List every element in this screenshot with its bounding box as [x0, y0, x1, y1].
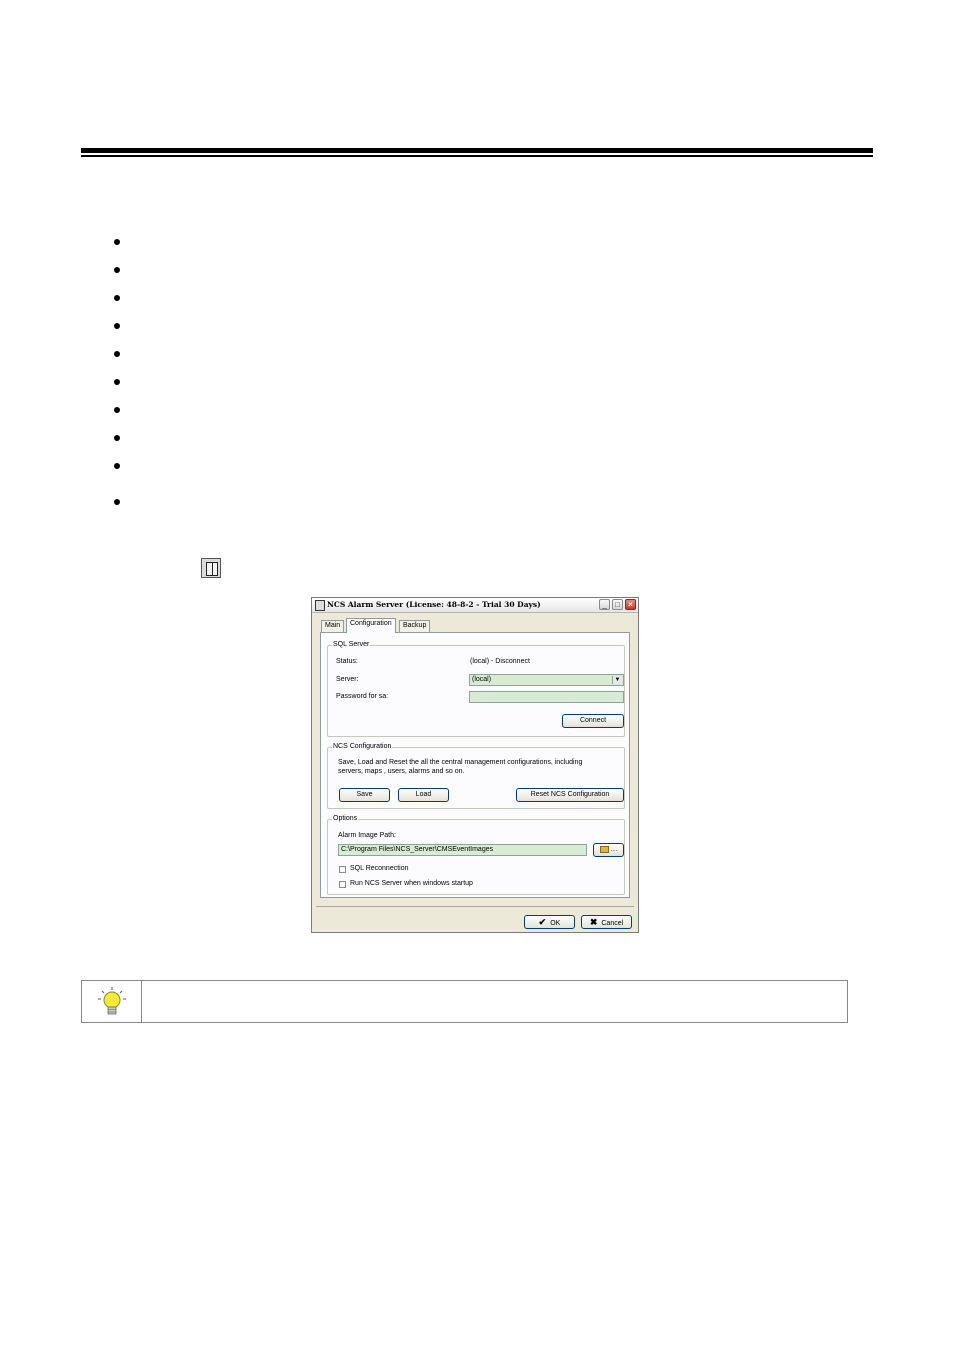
password-field[interactable]: [469, 691, 624, 703]
check-icon: ✔: [538, 917, 547, 927]
sql-server-group: SQL Server Status: (local) - Disconnect …: [327, 641, 625, 737]
tab-configuration[interactable]: Configuration: [346, 618, 396, 633]
maximize-button[interactable]: □: [612, 599, 623, 610]
close-button[interactable]: ×: [625, 599, 636, 610]
configuration-panel: SQL Server Status: (local) - Disconnect …: [320, 632, 630, 898]
server-select[interactable]: (local) ▼: [469, 674, 624, 686]
ok-label: OK: [550, 920, 561, 927]
connect-button[interactable]: Connect: [562, 714, 624, 728]
bullet: [114, 499, 120, 505]
bullet: [114, 351, 120, 357]
browse-folder-button[interactable]: …: [593, 843, 624, 857]
bullet: [114, 379, 120, 385]
lightbulb-icon: [98, 987, 126, 1015]
cancel-button[interactable]: ✖ Cancel: [581, 915, 632, 929]
tab-backup[interactable]: Backup: [399, 620, 431, 632]
tip-box: [81, 980, 848, 1023]
folder-icon: [599, 845, 609, 853]
alarm-image-path-label: Alarm Image Path:: [338, 832, 396, 839]
server-label: Server:: [336, 676, 359, 683]
window-title: NCS Alarm Server (License: 48-8-2 - Tria…: [327, 600, 541, 609]
sql-reconnection-checkbox[interactable]: [339, 866, 346, 873]
minimize-button[interactable]: _: [599, 599, 610, 610]
ncs-configuration-description: Save, Load and Reset the all the central…: [338, 759, 583, 775]
bullet: [114, 295, 120, 301]
bullet: [114, 239, 120, 245]
title-bar: NCS Alarm Server (License: 48-8-2 - Tria…: [312, 598, 638, 613]
load-button[interactable]: Load: [398, 788, 449, 802]
bullet: [114, 267, 120, 273]
tab-main[interactable]: Main: [321, 620, 345, 632]
bullet: [114, 323, 120, 329]
footer-separator: [316, 906, 634, 907]
bullet-list: [0, 0, 954, 520]
window-icon: [201, 558, 221, 578]
browse-label: …: [610, 846, 618, 853]
status-label: Status:: [336, 658, 358, 665]
ncs-configuration-group: NCS Configuration Save, Load and Reset t…: [327, 743, 625, 809]
ncs-alarm-server-dialog: NCS Alarm Server (License: 48-8-2 - Tria…: [311, 597, 639, 933]
sql-server-legend: SQL Server: [332, 641, 371, 648]
run-on-startup-label: Run NCS Server when windows startup: [350, 880, 473, 887]
alarm-image-path-field[interactable]: C:\Program Files\NCS_Server\CMSEventImag…: [338, 844, 587, 856]
bullet: [114, 407, 120, 413]
sql-reconnection-label: SQL Reconnection: [350, 865, 409, 872]
x-icon: ✖: [589, 917, 598, 927]
options-legend: Options: [332, 815, 359, 822]
ok-button[interactable]: ✔ OK: [524, 915, 575, 929]
app-icon: [315, 600, 325, 611]
options-group: Options Alarm Image Path: C:\Program Fil…: [327, 815, 625, 895]
run-on-startup-checkbox[interactable]: [339, 881, 346, 888]
chevron-down-icon[interactable]: ▼: [612, 676, 622, 684]
bullet: [114, 463, 120, 469]
ncs-configuration-legend: NCS Configuration: [332, 743, 393, 750]
save-button[interactable]: Save: [339, 788, 390, 802]
server-select-value: (local): [472, 676, 492, 683]
password-label: Password for sa:: [336, 693, 389, 700]
status-value: (local) - Disconnect: [470, 658, 530, 665]
reset-ncs-configuration-button[interactable]: Reset NCS Configuration: [516, 788, 624, 802]
cancel-label: Cancel: [601, 920, 624, 927]
bullet: [114, 435, 120, 441]
tip-divider: [141, 981, 142, 1022]
